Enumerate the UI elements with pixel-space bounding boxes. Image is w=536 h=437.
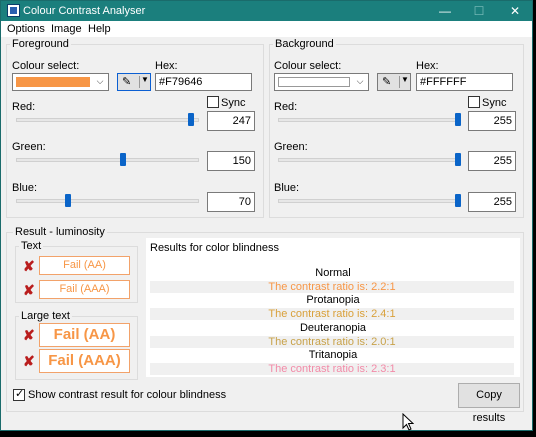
- fg-colour-select[interactable]: ⌵: [12, 73, 109, 91]
- bg-hex-input[interactable]: #FFFFFF: [416, 73, 513, 91]
- mouse-cursor-icon: [402, 413, 414, 431]
- bg-colour-select-label: Colour select:: [274, 60, 342, 72]
- bg-green-slider[interactable]: [278, 158, 461, 162]
- window-title: Colour Contrast Analyser: [23, 5, 146, 17]
- menu-options[interactable]: Options: [7, 23, 45, 35]
- fg-blue-label: Blue:: [12, 182, 38, 194]
- caret-down-icon: ▼: [141, 75, 149, 84]
- eyedropper-icon: ✎: [382, 76, 392, 88]
- fail-icon: ✘: [23, 327, 35, 343]
- bg-blue-slider-thumb[interactable]: [455, 194, 461, 207]
- fg-sync-checkbox[interactable]: [207, 96, 219, 108]
- fg-red-label: Red:: [12, 101, 36, 113]
- result-group-label: Result - luminosity: [13, 226, 107, 238]
- bg-red-slider[interactable]: [278, 118, 461, 122]
- app-window: Colour Contrast Analyser — ☐ ✕ Options I…: [0, 0, 533, 431]
- fg-sync-label: Sync: [221, 97, 246, 109]
- fail-icon: ✘: [23, 258, 35, 274]
- app-icon: [7, 4, 20, 17]
- fg-colour-select-label: Colour select:: [12, 60, 80, 72]
- color-blindness-header: Results for color blindness: [150, 242, 280, 254]
- show-blindness-checkbox[interactable]: [13, 387, 25, 401]
- menu-image[interactable]: Image: [51, 23, 82, 35]
- bg-green-slider-thumb[interactable]: [455, 153, 461, 166]
- bg-blue-label: Blue:: [274, 182, 300, 194]
- fg-hex-input[interactable]: #F79646: [155, 73, 252, 91]
- blindness-deuteranopia-title: Deuteranopia: [299, 322, 367, 334]
- bg-colour-select[interactable]: ⌵: [274, 73, 369, 91]
- background-group-label: Background: [273, 38, 336, 50]
- large-aaa-result: Fail (AAA): [39, 349, 130, 373]
- bg-green-label: Green:: [274, 141, 308, 153]
- close-icon[interactable]: ✕: [500, 1, 530, 21]
- foreground-group-label: Foreground: [10, 38, 71, 50]
- blindness-normal-title: Normal: [315, 267, 351, 279]
- bg-red-value[interactable]: 255: [468, 111, 516, 131]
- title-bar: Colour Contrast Analyser — ☐ ✕: [1, 1, 532, 21]
- bg-eyedropper-button[interactable]: ✎ ▼: [377, 73, 411, 91]
- text-aa-result: Fail (AA): [39, 256, 130, 275]
- bg-colour-swatch: [278, 77, 350, 87]
- text-aaa-result: Fail (AAA): [39, 280, 130, 299]
- fg-blue-value[interactable]: 70: [207, 192, 255, 212]
- caret-down-icon: ▼: [401, 75, 409, 84]
- bg-sync-label: Sync: [482, 97, 507, 109]
- fg-green-slider[interactable]: [16, 158, 199, 162]
- fg-green-value[interactable]: 150: [207, 151, 255, 171]
- bg-hex-label: Hex:: [416, 60, 439, 72]
- large-aa-result: Fail (AA): [39, 323, 130, 347]
- bg-blue-slider[interactable]: [278, 199, 461, 203]
- bg-sync-checkbox[interactable]: [468, 96, 480, 108]
- blindness-protanopia-ratio: The contrast ratio is: 2.4:1: [150, 308, 514, 320]
- chevron-down-icon: ⌵: [356, 76, 364, 86]
- bg-blue-value[interactable]: 255: [468, 192, 516, 212]
- minimize-icon[interactable]: —: [430, 1, 460, 21]
- menu-bar: Options Image Help: [1, 21, 532, 37]
- fg-red-slider-thumb[interactable]: [187, 113, 194, 126]
- blindness-protanopia-title: Protanopia: [306, 294, 360, 306]
- large-text-result-label: Large text: [19, 310, 72, 322]
- fg-green-label: Green:: [12, 141, 46, 153]
- chevron-down-icon: ⌵: [96, 76, 104, 86]
- copy-results-button[interactable]: Copy results: [458, 383, 520, 424]
- menu-help[interactable]: Help: [88, 23, 111, 35]
- bg-red-label: Red:: [274, 101, 298, 113]
- fg-hex-label: Hex:: [155, 60, 178, 72]
- maximize-icon[interactable]: ☐: [464, 1, 494, 21]
- fg-blue-slider[interactable]: [16, 199, 199, 203]
- eyedropper-icon: ✎: [122, 76, 132, 88]
- fg-red-value[interactable]: 247: [207, 111, 255, 131]
- blindness-deuteranopia-ratio: The contrast ratio is: 2.0:1: [150, 336, 514, 348]
- fg-blue-slider-thumb[interactable]: [64, 194, 71, 207]
- blindness-tritanopia-title: Tritanopia: [308, 349, 358, 361]
- bg-red-slider-thumb[interactable]: [455, 113, 461, 126]
- fail-icon: ✘: [23, 282, 35, 298]
- fg-eyedropper-button[interactable]: ✎ ▼: [117, 73, 151, 91]
- blindness-normal-ratio: The contrast ratio is: 2.2:1: [150, 281, 514, 293]
- show-blindness-label[interactable]: Show contrast result for colour blindnes…: [28, 389, 226, 401]
- bg-green-value[interactable]: 255: [468, 151, 516, 171]
- text-result-label: Text: [19, 240, 44, 252]
- fail-icon: ✘: [23, 353, 35, 369]
- fg-green-slider-thumb[interactable]: [120, 153, 127, 166]
- fg-colour-swatch: [16, 77, 90, 87]
- blindness-tritanopia-ratio: The contrast ratio is: 2.3:1: [150, 363, 514, 375]
- fg-red-slider[interactable]: [16, 118, 199, 122]
